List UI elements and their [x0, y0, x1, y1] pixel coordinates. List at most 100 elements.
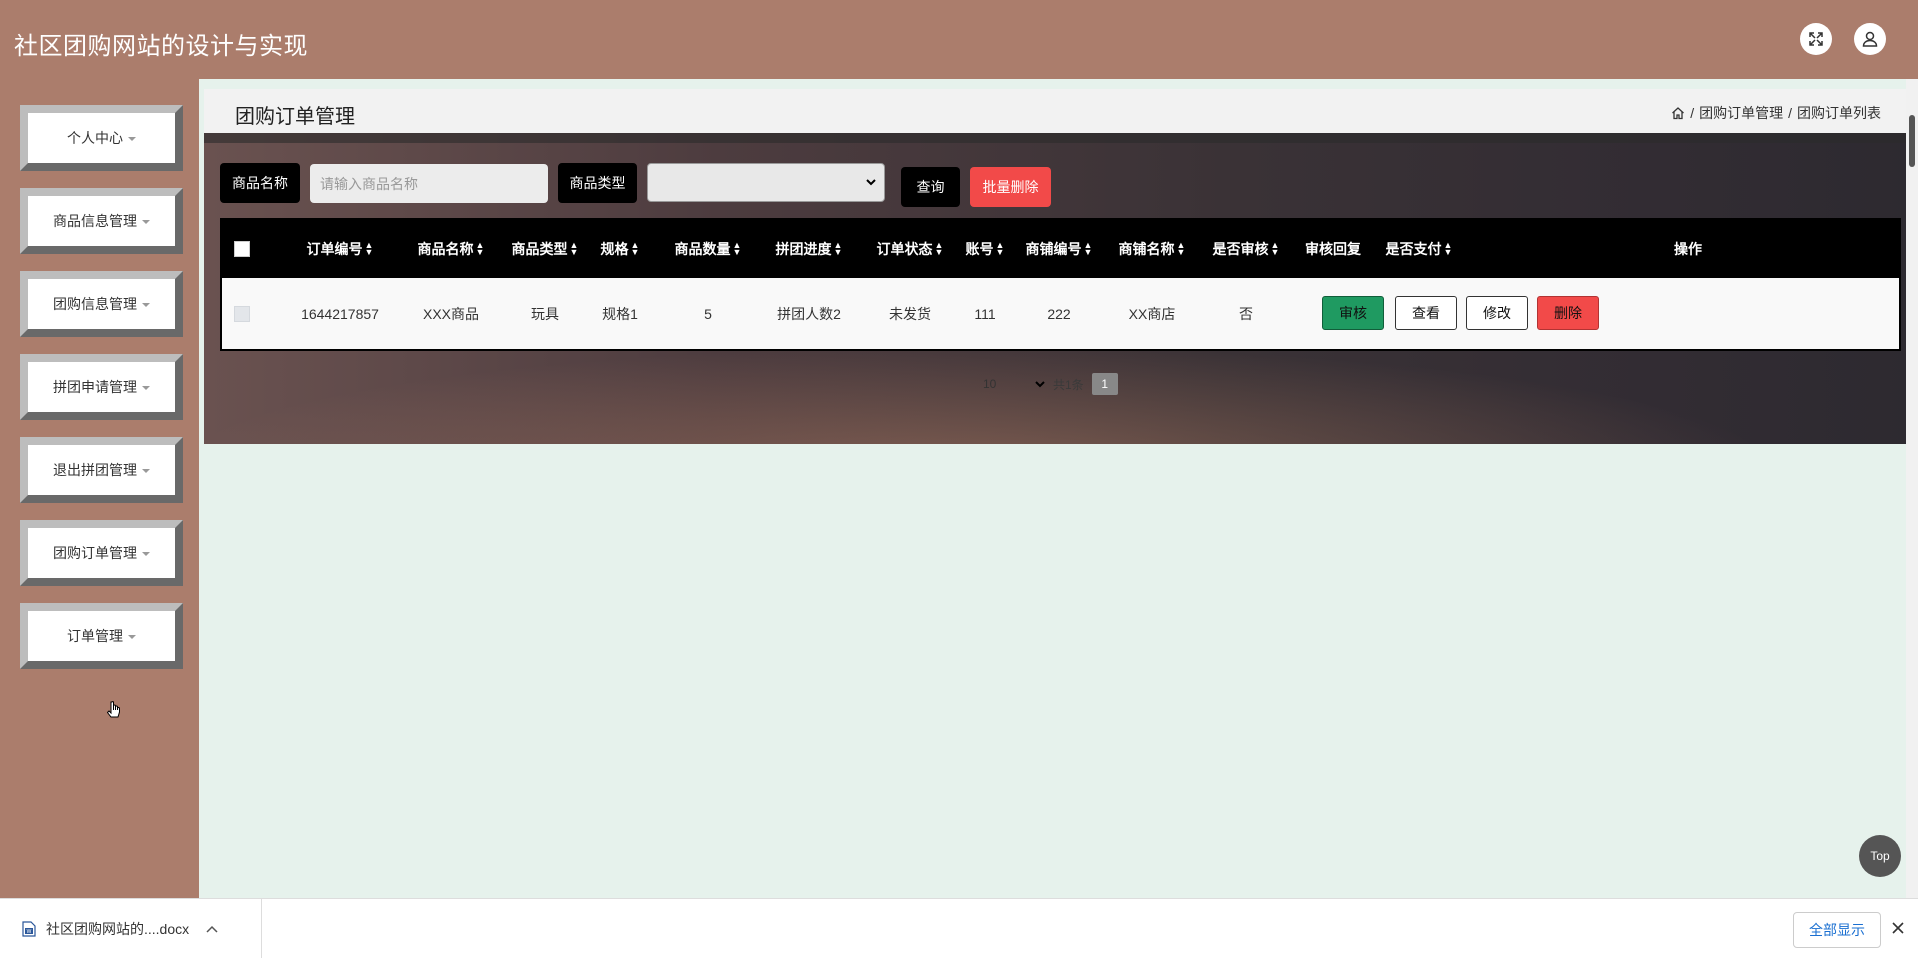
col-label: 拼团进度	[775, 241, 832, 257]
sort-icon: ▲ ▼	[732, 240, 742, 257]
sidebar-item-personal-center[interactable]: 个人中心	[20, 105, 183, 171]
col-label: 订单编号	[306, 241, 363, 257]
sidebar-item-group-apply[interactable]: 拼团申请管理	[20, 354, 183, 420]
product-type-label: 商品类型	[558, 163, 637, 203]
sidebar-item-label: 团购订单管理	[53, 545, 137, 561]
chevron-down-icon	[866, 179, 876, 186]
product-name-label: 商品名称	[220, 163, 300, 203]
col-shop-name[interactable]: 商铺名称 ▲ ▼	[1116, 220, 1188, 278]
show-all-downloads-button[interactable]: 全部显示	[1793, 912, 1881, 948]
col-label: 订单状态	[876, 241, 933, 257]
breadcrumb: / 团购订单管理 / 团购订单列表	[1671, 103, 1881, 123]
row-checkbox[interactable]	[234, 305, 250, 322]
cell-shop-no: 222	[1047, 305, 1071, 322]
col-status[interactable]: 订单状态 ▲ ▼	[874, 220, 946, 278]
scrollbar[interactable]	[1906, 79, 1918, 898]
download-file-name: 社区团购网站的....docx	[46, 921, 190, 937]
sort-icon: ▲ ▼	[364, 240, 374, 257]
home-icon[interactable]	[1671, 106, 1685, 120]
header: 社区团购网站的设计与实现	[0, 0, 1918, 79]
sort-icon: ▲ ▼	[1176, 240, 1186, 257]
delete-button[interactable]: 删除	[1537, 296, 1599, 330]
col-label: 审核回复	[1305, 241, 1361, 257]
caret-down-icon	[142, 220, 150, 224]
col-product-type[interactable]: 商品类型 ▲ ▼	[509, 220, 581, 278]
sort-icon: ▲ ▼	[1443, 240, 1453, 257]
svg-text:W: W	[27, 929, 32, 935]
sidebar-item-label: 团购信息管理	[53, 296, 137, 312]
cell-progress: 拼团人数2	[777, 305, 841, 322]
cell-status: 未发货	[889, 305, 931, 322]
query-button[interactable]: 查询	[901, 167, 960, 207]
col-paid[interactable]: 是否支付 ▲ ▼	[1383, 220, 1455, 278]
app-title: 社区团购网站的设计与实现	[14, 33, 308, 60]
cell-product-name: XXX商品	[422, 305, 479, 322]
fullscreen-button[interactable]	[1800, 23, 1832, 55]
mouse-cursor-icon	[107, 701, 120, 718]
close-icon[interactable]	[1891, 921, 1905, 935]
chevron-up-icon[interactable]	[206, 925, 218, 933]
breadcrumb-item-group-orders[interactable]: 团购订单管理	[1699, 103, 1783, 123]
sidebar-item-group-buy-info[interactable]: 团购信息管理	[20, 271, 183, 337]
cell-reviewed: 否	[1239, 305, 1253, 322]
sort-icon: ▲ ▼	[475, 240, 485, 257]
sort-icon: ▲ ▼	[630, 240, 640, 257]
caret-down-icon	[142, 469, 150, 473]
sidebar-item-label: 拼团申请管理	[53, 379, 137, 395]
col-shop-no[interactable]: 商铺编号 ▲ ▼	[1023, 220, 1095, 278]
col-label: 商品类型	[511, 241, 568, 257]
product-type-select[interactable]	[647, 163, 885, 202]
sidebar-item-orders[interactable]: 订单管理	[20, 603, 183, 669]
download-item[interactable]: W 社区团购网站的....docx	[0, 899, 262, 958]
sidebar-item-group-exit[interactable]: 退出拼团管理	[20, 437, 183, 503]
col-account[interactable]: 账号 ▲ ▼	[963, 220, 1007, 278]
chevron-down-icon	[1035, 381, 1045, 388]
col-label: 是否审核	[1212, 241, 1269, 257]
select-all-checkbox[interactable]	[234, 241, 250, 257]
breadcrumb-item-order-list: 团购订单列表	[1797, 105, 1881, 121]
orders-table: 订单编号 ▲ ▼ 商品名称 ▲ ▼ 商品类型 ▲ ▼ 规格 ▲ ▼ 商品数量 ▲ ▼ 拼团进度 ▲ ▼ …	[220, 218, 1901, 351]
col-label: 商铺名称	[1118, 241, 1175, 257]
col-label: 账号	[965, 241, 994, 257]
sidebar-item-label: 商品信息管理	[53, 213, 137, 229]
page-title-bar: 团购订单管理 / 团购订单管理 / 团购订单列表	[204, 89, 1906, 133]
breadcrumb-separator: /	[1690, 105, 1695, 121]
sort-icon: ▲ ▼	[1083, 240, 1093, 257]
back-to-top-button[interactable]: Top	[1859, 835, 1901, 877]
select-all-checkbox-cell	[230, 220, 254, 278]
sidebar-item-label: 退出拼团管理	[53, 462, 137, 478]
caret-down-icon	[142, 303, 150, 307]
col-reviewed[interactable]: 是否审核 ▲ ▼	[1210, 220, 1282, 278]
sidebar-item-product-info[interactable]: 商品信息管理	[20, 188, 183, 254]
caret-down-icon	[142, 386, 150, 390]
sort-icon: ▲ ▼	[569, 240, 579, 257]
sort-icon: ▲ ▼	[995, 240, 1005, 257]
col-quantity[interactable]: 商品数量 ▲ ▼	[672, 220, 744, 278]
edit-button[interactable]: 修改	[1466, 296, 1528, 330]
page-size-select[interactable]: 10	[983, 377, 1045, 391]
col-spec[interactable]: 规格 ▲ ▼	[598, 220, 642, 278]
sort-icon: ▲ ▼	[833, 240, 843, 257]
scrollbar-thumb[interactable]	[1909, 115, 1915, 167]
sidebar-item-label: 订单管理	[67, 628, 123, 644]
col-product-name[interactable]: 商品名称 ▲ ▼	[415, 220, 487, 278]
page-1-button[interactable]: 1	[1091, 373, 1118, 395]
view-button[interactable]: 查看	[1395, 296, 1457, 330]
page-title: 团购订单管理	[235, 106, 355, 128]
word-file-icon: W	[22, 921, 36, 937]
col-label: 商品名称	[417, 241, 474, 257]
table-header: 订单编号 ▲ ▼ 商品名称 ▲ ▼ 商品类型 ▲ ▼ 规格 ▲ ▼ 商品数量 ▲ ▼ 拼团进度 ▲ ▼ …	[222, 220, 1899, 278]
col-review-reply: 审核回复	[1301, 220, 1365, 278]
user-button[interactable]	[1854, 23, 1886, 55]
cell-product-type: 玩具	[531, 305, 559, 322]
cell-quantity: 5	[704, 305, 712, 322]
product-name-input[interactable]	[310, 164, 548, 203]
pagination: 10 共1条 1	[983, 373, 1118, 395]
col-progress[interactable]: 拼团进度 ▲ ▼	[773, 220, 845, 278]
batch-delete-button[interactable]: 批量删除	[970, 167, 1051, 207]
sidebar-item-group-orders[interactable]: 团购订单管理	[20, 520, 183, 586]
col-label: 操作	[1674, 241, 1702, 257]
review-button[interactable]: 审核	[1322, 296, 1384, 330]
col-order-no[interactable]: 订单编号 ▲ ▼	[300, 220, 380, 278]
col-label: 规格	[600, 241, 629, 257]
